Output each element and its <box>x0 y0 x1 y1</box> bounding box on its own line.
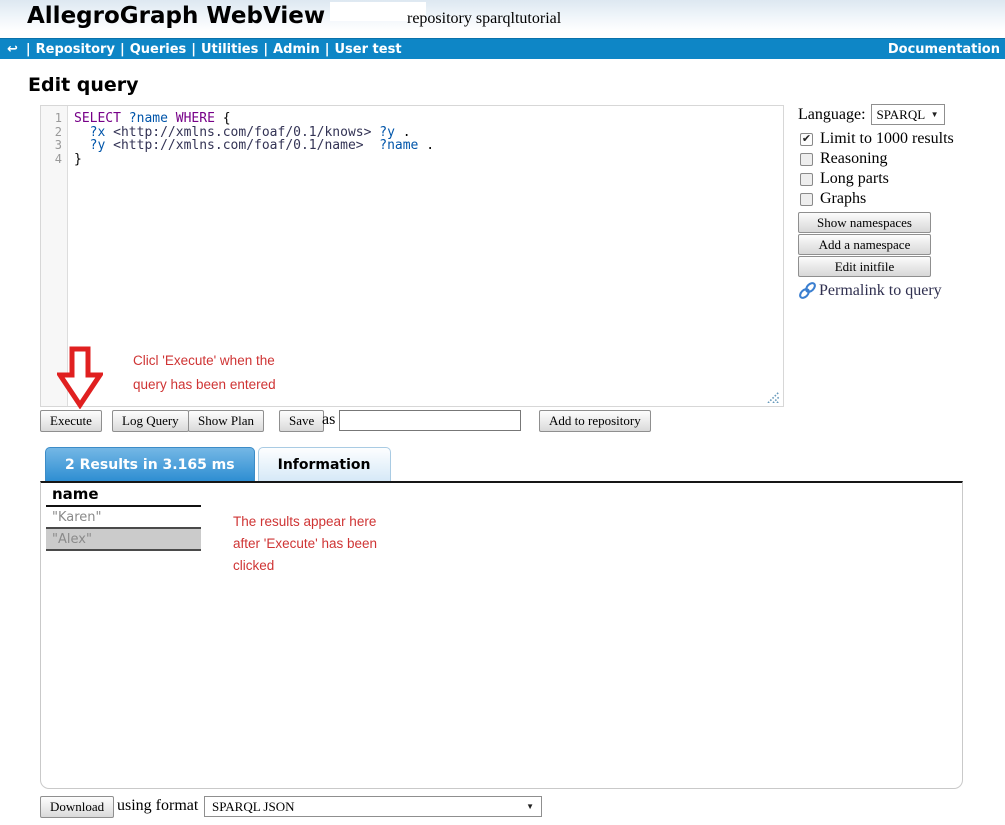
checkbox-limit-to-1000-results[interactable]: ✔ Limit to 1000 results <box>798 129 1005 149</box>
permalink-link[interactable]: Permalink to query <box>798 281 1005 300</box>
namespace-buttons: Show namespacesAdd a namespaceEdit initf… <box>798 212 1005 277</box>
save-as-input[interactable] <box>339 410 521 431</box>
checkbox-unchecked-icon[interactable] <box>800 153 813 166</box>
code-line: ?x <http://xmlns.com/foaf/0.1/knows> ?y … <box>74 126 783 140</box>
result-row[interactable]: "Alex" <box>46 529 201 551</box>
app-title: AllegroGraph WebView <box>27 3 325 29</box>
checkbox-reasoning[interactable]: Reasoning <box>798 149 1005 169</box>
annotation-line: query has been entered <box>133 373 276 397</box>
line-number: 3 <box>41 139 62 153</box>
annotation-line: Clicl 'Execute' when the <box>133 349 276 373</box>
checkbox-unchecked-icon[interactable] <box>800 193 813 206</box>
checkbox-unchecked-icon[interactable] <box>800 173 813 186</box>
download-format-label: using format <box>117 797 198 815</box>
query-options-sidebar: Language: SPARQL ▼ ✔ Limit to 1000 result… <box>798 104 1005 300</box>
results-column-header: name <box>46 485 201 507</box>
log-query-button[interactable]: Log Query <box>112 410 189 432</box>
language-selected-value: SPARQL <box>877 107 926 123</box>
nav-separator: | <box>26 42 31 57</box>
code-line: } <box>74 153 783 167</box>
line-number: 4 <box>41 153 62 167</box>
option-checkboxes: ✔ Limit to 1000 results Reasoning Long part… <box>798 129 1005 209</box>
results-tabs: 2 Results in 3.165 msInformation <box>45 447 394 481</box>
chevron-down-icon: ▼ <box>931 110 939 119</box>
checkbox-label: Limit to 1000 results <box>820 130 954 148</box>
language-select[interactable]: SPARQL ▼ <box>871 104 945 125</box>
header: AllegroGraph WebView repository sparqltu… <box>0 0 1005 38</box>
result-row[interactable]: "Karen" <box>46 507 201 529</box>
download-format-selected-value: SPARQL JSON <box>212 799 295 815</box>
download-button[interactable]: Download <box>40 796 114 818</box>
nav-item-repository[interactable]: Repository <box>36 42 115 57</box>
save-button[interactable]: Save <box>279 410 324 432</box>
nav-link-documentation[interactable]: Documentation <box>888 42 1000 57</box>
results-annotation: The results appear hereafter 'Execute' h… <box>233 511 377 577</box>
add-a-namespace-button[interactable]: Add a namespace <box>798 234 931 255</box>
execute-button[interactable]: Execute <box>40 410 102 432</box>
navbar: ↩ | Repository | Queries | Utilities | Admin | Us… <box>0 38 1005 59</box>
back-icon[interactable]: ↩ <box>7 42 18 57</box>
save-as-label: as <box>322 411 335 429</box>
nav-item-user-test[interactable]: User test <box>335 42 402 57</box>
checkbox-checked-icon[interactable]: ✔ <box>800 133 813 146</box>
repository-label: repository sparqltutorial <box>407 10 561 28</box>
nav-separator: | <box>325 42 330 57</box>
code-line: ?y <http://xmlns.com/foaf/0.1/name> ?nam… <box>74 139 783 153</box>
tab-information[interactable]: Information <box>258 447 391 481</box>
results-rows: "Karen""Alex" <box>46 507 201 551</box>
nav-separator: | <box>120 42 125 57</box>
language-label: Language: <box>798 106 866 124</box>
show-plan-button[interactable]: Show Plan <box>188 410 264 432</box>
show-namespaces-button[interactable]: Show namespaces <box>798 212 931 233</box>
checkbox-label: Graphs <box>820 190 866 208</box>
nav-separator: | <box>263 42 268 57</box>
annotation-line: The results appear here <box>233 511 377 533</box>
nav-item-admin[interactable]: Admin <box>273 42 320 57</box>
tab-results[interactable]: 2 Results in 3.165 ms <box>45 447 255 481</box>
checkbox-long-parts[interactable]: Long parts <box>798 169 1005 189</box>
download-format-select[interactable]: SPARQL JSON ▼ <box>204 796 542 817</box>
checkbox-graphs[interactable]: Graphs <box>798 189 1005 209</box>
permalink-label: Permalink to query <box>819 282 942 300</box>
language-row: Language: SPARQL ▼ <box>798 104 1005 125</box>
chevron-down-icon: ▼ <box>526 802 534 811</box>
link-icon <box>798 281 817 300</box>
nav-item-queries[interactable]: Queries <box>130 42 187 57</box>
nav-item-utilities[interactable]: Utilities <box>201 42 258 57</box>
nav-items: | Repository | Queries | Utilities | Admin | User… <box>21 42 402 57</box>
results-table: name "Karen""Alex" <box>46 485 201 551</box>
code-line: SELECT ?name WHERE { <box>74 112 783 126</box>
execute-annotation: Clicl 'Execute' when thequery has been e… <box>133 349 276 397</box>
add-to-repository-button[interactable]: Add to repository <box>539 410 651 432</box>
line-number: 2 <box>41 126 62 140</box>
line-number: 1 <box>41 112 62 126</box>
annotation-line: after 'Execute' has been <box>233 533 377 555</box>
annotation-line: clicked <box>233 555 377 577</box>
resize-handle-icon[interactable] <box>767 391 780 403</box>
checkbox-label: Long parts <box>820 170 889 188</box>
red-down-arrow-annotation <box>57 346 103 409</box>
checkbox-label: Reasoning <box>820 150 888 168</box>
edit-initfile-button[interactable]: Edit initfile <box>798 256 931 277</box>
nav-separator: | <box>191 42 196 57</box>
page-title: Edit query <box>28 74 139 96</box>
